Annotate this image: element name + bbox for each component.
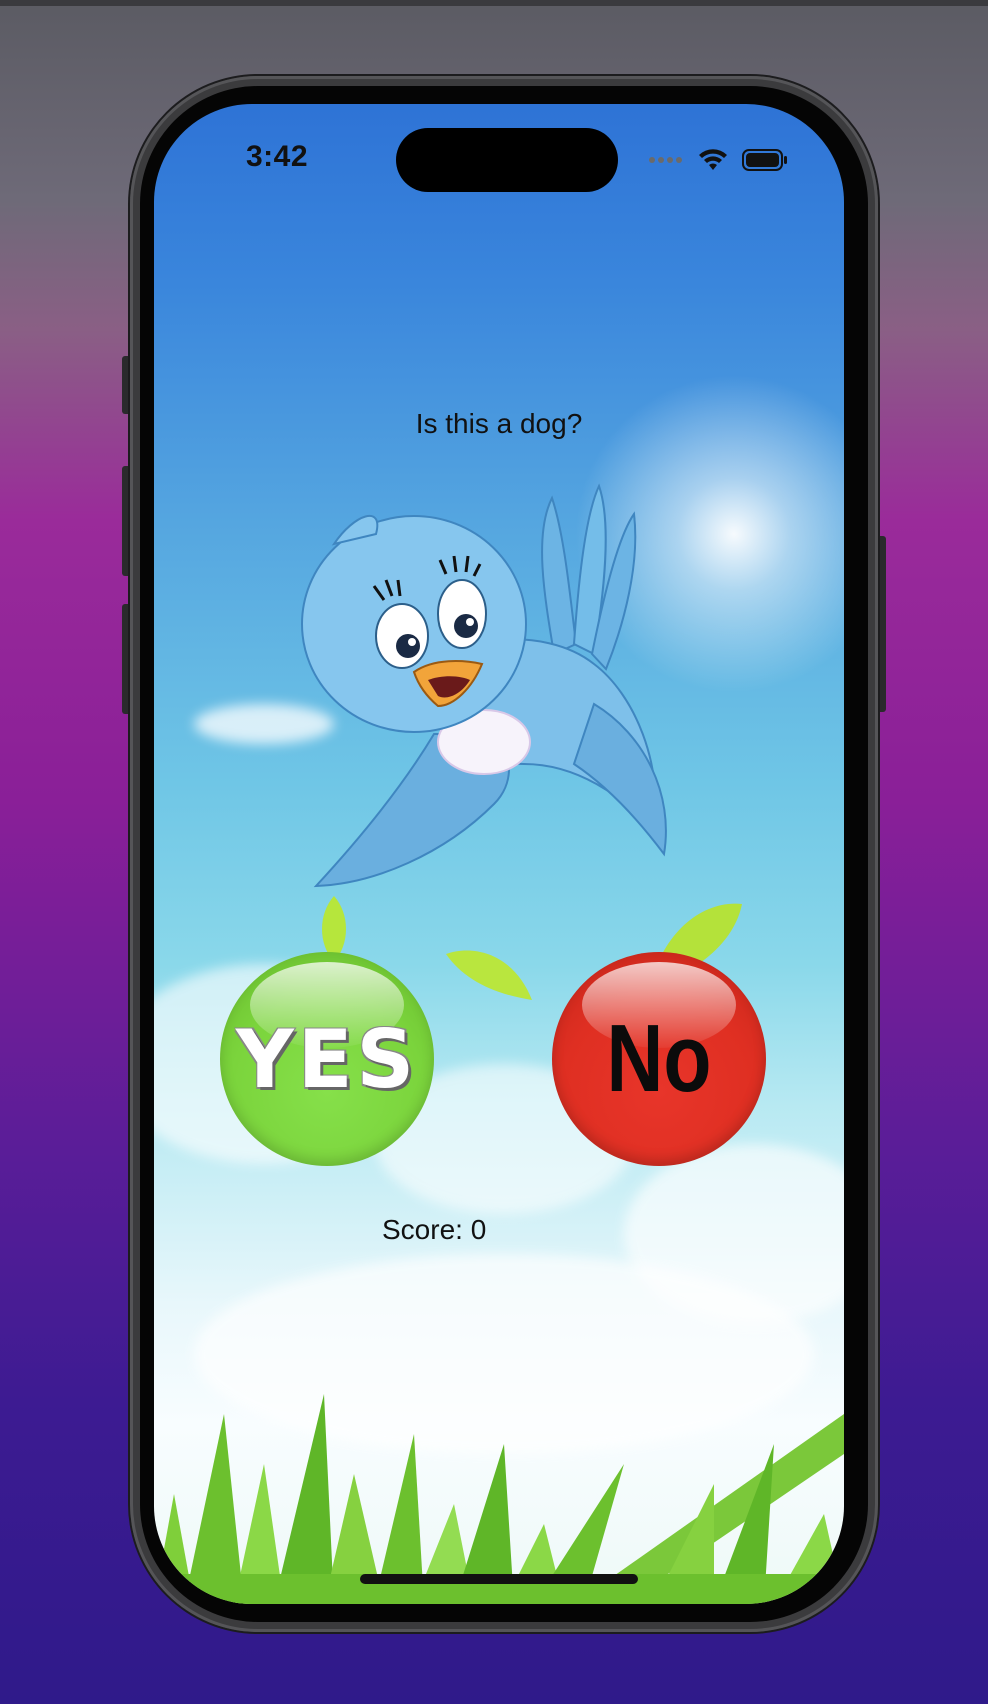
home-indicator xyxy=(360,1574,638,1584)
leaf-decoration xyxy=(446,950,532,1000)
status-icons xyxy=(648,146,788,174)
signal-dots-icon xyxy=(649,157,682,163)
yes-button-label: YES xyxy=(235,1012,419,1106)
score-text: Score: 0 xyxy=(382,1214,487,1245)
grass-decoration xyxy=(154,1394,844,1604)
phone-screen: 3:42 Is this a dog? YES No Score: 0 xyxy=(154,104,844,1604)
yes-button[interactable]: YES xyxy=(220,952,434,1166)
no-button[interactable]: No xyxy=(552,952,766,1166)
dynamic-island xyxy=(396,128,618,192)
window-top-bar xyxy=(0,0,988,6)
bird-image xyxy=(301,483,667,888)
phone-frame: 3:42 Is this a dog? YES No Score: 0 xyxy=(130,76,878,1632)
question-text: Is this a dog? xyxy=(415,408,583,439)
battery-icon xyxy=(742,149,787,171)
no-button-label: No xyxy=(606,1005,712,1112)
wifi-icon xyxy=(699,149,727,170)
status-time: 3:42 xyxy=(246,140,309,173)
